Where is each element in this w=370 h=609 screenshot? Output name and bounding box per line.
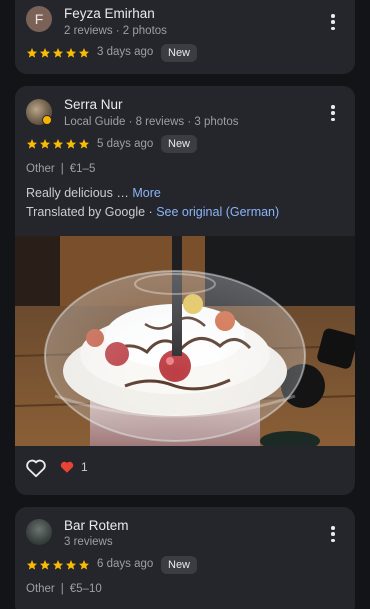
star-icon xyxy=(79,139,89,149)
review-card: Bar Rotem 3 reviews 6 days ago New Other… xyxy=(15,507,355,609)
avatar[interactable] xyxy=(26,519,52,545)
review-time: 6 days ago xyxy=(97,558,154,570)
heart-outline-icon[interactable] xyxy=(25,458,47,478)
star-icon xyxy=(27,48,37,58)
category-label: Other xyxy=(26,163,55,175)
avatar[interactable]: F xyxy=(26,6,52,32)
new-badge: New xyxy=(161,556,198,574)
reviewer-meta: 3 reviews xyxy=(64,536,113,548)
star-icon xyxy=(27,560,37,570)
star-icon xyxy=(79,48,89,58)
star-icon xyxy=(53,48,63,58)
translated-by-label: Translated by Google xyxy=(26,205,146,219)
star-icon xyxy=(40,560,50,570)
heart-filled-icon xyxy=(60,461,74,473)
reviewer-name[interactable]: Serra Nur xyxy=(64,97,123,112)
star-rating xyxy=(26,138,90,150)
review-attributes: Other | €5–10 xyxy=(26,583,102,595)
review-attributes: Other | €1–5 xyxy=(26,163,95,175)
star-icon xyxy=(79,560,89,570)
review-time: 3 days ago xyxy=(97,46,154,58)
new-badge: New xyxy=(161,44,198,62)
review-card: F Feyza Emirhan 2 reviews · 2 photos 3 d… xyxy=(15,0,355,74)
ellipsis: … xyxy=(116,186,129,200)
see-original-link[interactable]: See original (German) xyxy=(156,205,279,219)
kebab-menu-icon[interactable] xyxy=(325,12,341,32)
reaction-count: 1 xyxy=(81,460,88,474)
star-rating xyxy=(26,559,90,571)
separator: · xyxy=(148,205,153,219)
star-icon xyxy=(66,560,76,570)
new-badge: New xyxy=(161,135,198,153)
kebab-menu-icon[interactable] xyxy=(325,103,341,123)
star-icon xyxy=(40,139,50,149)
star-icon xyxy=(40,48,50,58)
category-label: Other xyxy=(26,583,55,595)
translation-note: Translated by Google · See original (Ger… xyxy=(26,205,279,219)
review-text: Really delicious … More xyxy=(26,186,161,200)
local-guide-badge-icon xyxy=(42,115,52,125)
star-icon xyxy=(27,139,37,149)
kebab-menu-icon[interactable] xyxy=(325,524,341,544)
reviewer-meta: Local Guide · 8 reviews · 3 photos xyxy=(64,116,239,128)
review-body: Really delicious xyxy=(26,186,113,200)
star-icon xyxy=(53,139,63,149)
more-link[interactable]: More xyxy=(132,186,160,200)
reviewer-name[interactable]: Bar Rotem xyxy=(64,518,129,533)
review-card: Serra Nur Local Guide · 8 reviews · 3 ph… xyxy=(15,86,355,495)
star-icon xyxy=(66,48,76,58)
separator: | xyxy=(60,163,64,175)
reviewer-meta: 2 reviews · 2 photos xyxy=(64,25,167,37)
reviewer-name[interactable]: Feyza Emirhan xyxy=(64,6,155,21)
review-photo[interactable] xyxy=(15,236,355,446)
star-rating xyxy=(26,47,90,59)
avatar-letter: F xyxy=(34,11,44,27)
price-label: €1–5 xyxy=(69,163,96,175)
star-icon xyxy=(66,139,76,149)
reaction-summary[interactable]: 1 xyxy=(59,460,88,474)
review-time: 5 days ago xyxy=(97,138,154,150)
separator: | xyxy=(60,583,64,595)
price-label: €5–10 xyxy=(69,583,102,595)
star-icon xyxy=(53,560,63,570)
